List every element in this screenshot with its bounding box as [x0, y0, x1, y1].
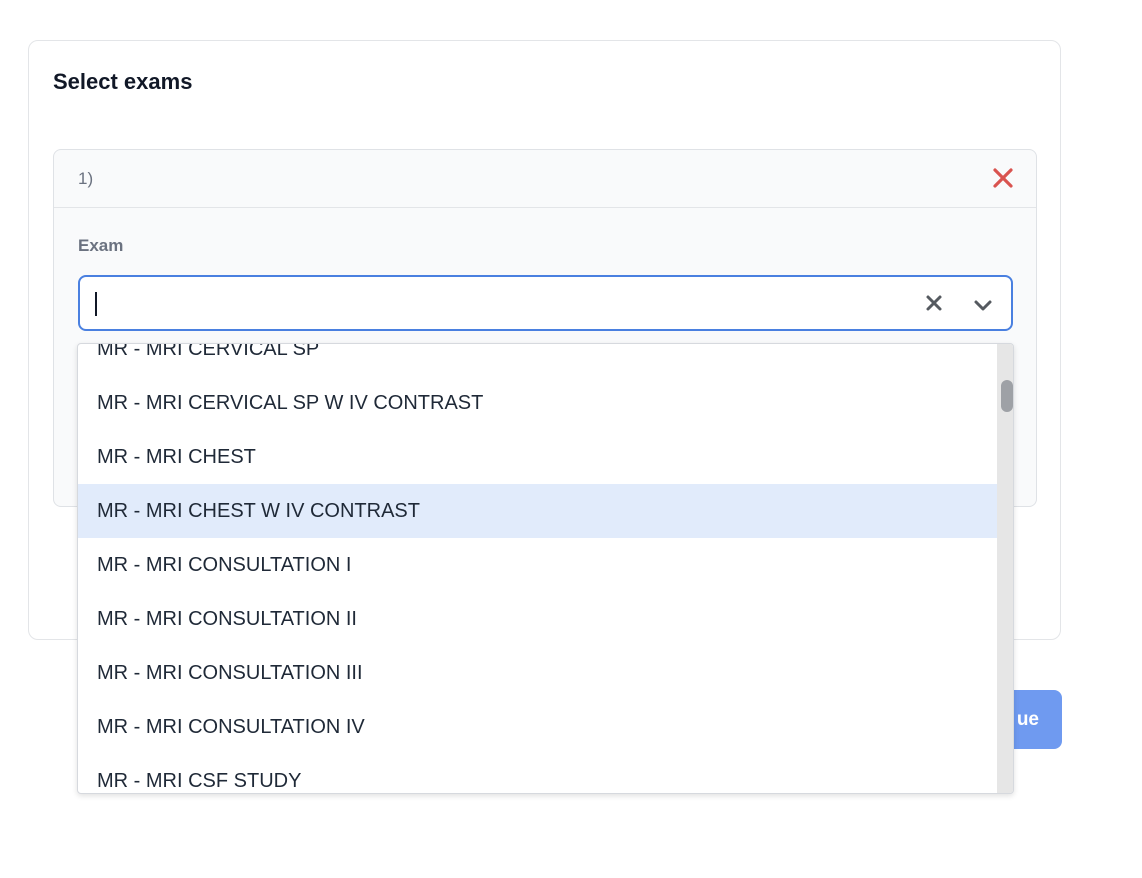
text-cursor [95, 292, 97, 316]
exam-option[interactable]: MR - MRI CERVICAL SP W IV CONTRAST [78, 376, 998, 430]
exam-entry-index: 1) [78, 169, 94, 188]
remove-exam-button[interactable] [988, 163, 1018, 193]
chevron-down-icon [974, 300, 992, 311]
exam-option[interactable]: MR - MRI CHEST [78, 430, 998, 484]
clear-selection-button[interactable] [923, 292, 945, 314]
exam-option[interactable]: MR - MRI CONSULTATION I [78, 538, 998, 592]
close-x-icon [993, 168, 1013, 188]
exam-option[interactable]: MR - MRI CSF STUDY [78, 754, 998, 793]
exam-field-label: Exam [78, 236, 124, 255]
dropdown-scrollbar[interactable] [997, 344, 1013, 793]
exam-select[interactable] [78, 275, 1013, 331]
card-title: Select exams [53, 69, 193, 94]
exam-option[interactable]: MR - MRI CERVICAL SP [78, 344, 998, 376]
exam-entry-header: 1) [54, 150, 1036, 208]
exam-options-list: MR - MRI CERVICAL SP MR - MRI CERVICAL S… [78, 344, 998, 793]
clear-x-icon [926, 295, 942, 311]
dropdown-toggle-button[interactable] [971, 293, 995, 317]
exam-options-dropdown: MR - MRI CERVICAL SP MR - MRI CERVICAL S… [77, 343, 1014, 794]
exam-option[interactable]: MR - MRI CONSULTATION IV [78, 700, 998, 754]
exam-option[interactable]: MR - MRI CONSULTATION III [78, 646, 998, 700]
exam-option-highlighted[interactable]: MR - MRI CHEST W IV CONTRAST [78, 484, 998, 538]
exam-search-input[interactable] [94, 285, 878, 323]
exam-option[interactable]: MR - MRI CONSULTATION II [78, 592, 998, 646]
dropdown-scroll-thumb[interactable] [1001, 380, 1013, 412]
